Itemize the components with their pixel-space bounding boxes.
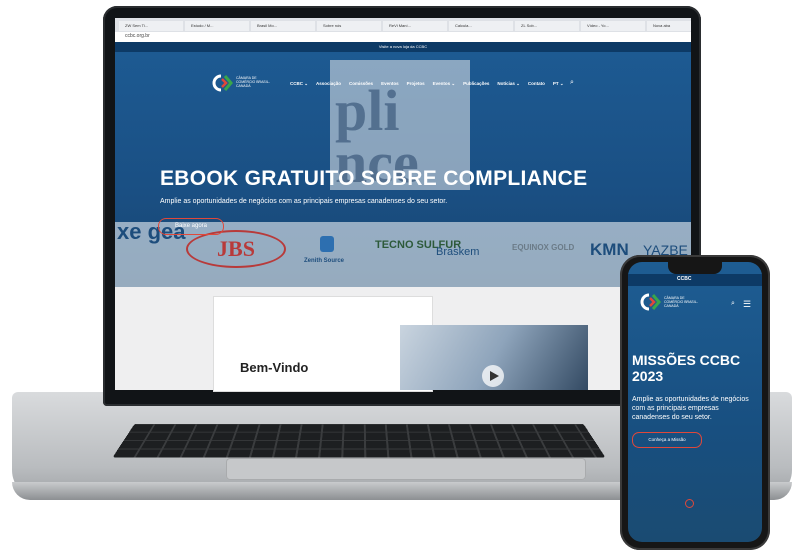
- nav-item[interactable]: Comissões: [349, 81, 373, 87]
- nav-item[interactable]: PT ⌄: [553, 81, 564, 87]
- browser-tab[interactable]: Brasil Mo...: [251, 21, 315, 31]
- site-topbar: Visite a nova loja da CCBC: [115, 42, 691, 52]
- nav-item[interactable]: Eventos ⌄: [433, 81, 456, 87]
- nav-item[interactable]: CCBC ⌄: [290, 81, 308, 87]
- brand-logo-equinox: EQUINOX GOLD: [512, 243, 575, 252]
- phone-menu-icon[interactable]: ☰: [743, 299, 751, 310]
- brand-logo-braskem: Braskem: [436, 246, 480, 258]
- browser-tab-strip: ZW Sem Ti... Estudo / M... Brasil Mo... Sob…: [115, 18, 691, 32]
- laptop-trackpad: [226, 458, 586, 480]
- play-icon: [490, 371, 499, 381]
- browser-tab[interactable]: Estudo / M...: [185, 21, 249, 31]
- phone-topbar-text: CCBC: [677, 276, 692, 282]
- phone-logo-text: CÂMARA DE COMÉRCIO BRASIL-CANADÁ: [664, 296, 698, 308]
- search-icon[interactable]: ⌕: [570, 79, 574, 87]
- phone-ccbc-logo-icon[interactable]: [640, 292, 662, 312]
- address-text: ccbc.org.br: [125, 33, 150, 39]
- phone-cta-button[interactable]: Conheça a Missão: [632, 432, 702, 448]
- browser-tab[interactable]: Vídeo - Yo...: [581, 21, 645, 31]
- nav-item[interactable]: Publicações: [463, 81, 489, 87]
- brand-logo-kmn: KMN: [590, 240, 629, 259]
- nav-item[interactable]: Contato: [528, 81, 545, 87]
- browser-tab[interactable]: Calcula...: [449, 21, 513, 31]
- phone-search-icon[interactable]: ⌕: [731, 300, 735, 308]
- phone-topbar: [628, 274, 762, 286]
- hero-subtitle: Amplie as oportunidades de negócios com …: [160, 198, 448, 205]
- browser-tab[interactable]: ZW Sem Ti...: [119, 21, 183, 31]
- ccbc-logo-icon[interactable]: [212, 73, 234, 93]
- browser-tab[interactable]: ReVi Maní...: [383, 21, 447, 31]
- browser-tab[interactable]: Nova aba: [647, 21, 691, 31]
- phone-hero-subtitle: Amplie as oportunidades de negócios com …: [632, 396, 749, 421]
- nav-item[interactable]: Eventos: [381, 81, 399, 87]
- phone-slider-dot[interactable]: [685, 499, 694, 508]
- download-button[interactable]: Baixe agora: [158, 218, 224, 235]
- nav-item[interactable]: Associação: [316, 81, 341, 87]
- nav-item[interactable]: Notícias ⌄: [497, 81, 520, 87]
- main-nav: CCBC ⌄ Associação Comissões Eventos Projetos…: [290, 81, 564, 87]
- brand-logo-jbs: JBS: [186, 230, 286, 268]
- brand-logo-zenith: Zenith Source: [304, 258, 345, 264]
- zenith-logo-icon: [320, 236, 334, 252]
- brand-logo-tecnosulfur: TECNO SULFUR: [375, 239, 462, 251]
- browser-tab[interactable]: Sobre nós: [317, 21, 381, 31]
- welcome-title: Bem-Vindo: [240, 360, 309, 375]
- logo-text: CÂMARA DE COMÉRCIO BRASIL-CANADÁ: [236, 76, 270, 88]
- laptop-keyboard-rows: [112, 423, 606, 458]
- phone-notch: [668, 262, 722, 274]
- browser-tab[interactable]: ZL Sob...: [515, 21, 579, 31]
- hero-title: EBOOK GRATUITO SOBRE COMPLIANCE: [160, 167, 588, 190]
- nav-item[interactable]: Projetos: [407, 81, 425, 87]
- phone-hero-title: MISSÕES CCBC 2023: [632, 352, 741, 384]
